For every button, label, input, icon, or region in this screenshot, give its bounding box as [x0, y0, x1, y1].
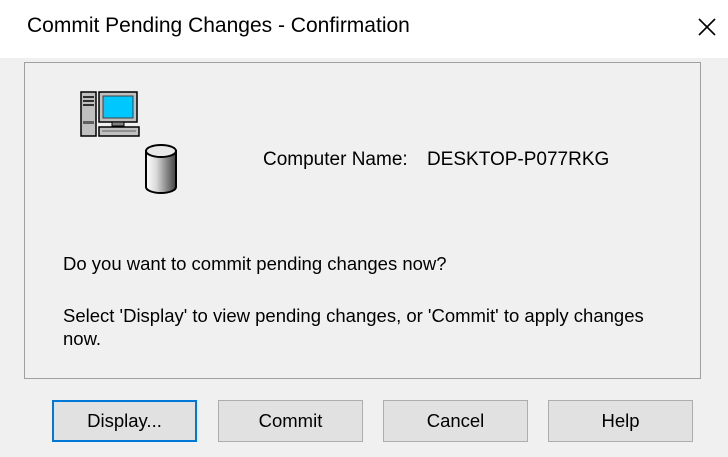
computer-name-value: DESKTOP-P077RKG	[426, 149, 610, 170]
computer-name-row: Computer Name: DESKTOP-P077RKG	[263, 149, 609, 171]
hint-text: Select 'Display' to view pending changes…	[63, 305, 644, 349]
computer-name-label: Computer Name:	[263, 149, 408, 170]
info-panel: Computer Name: DESKTOP-P077RKG Do you wa…	[24, 62, 701, 379]
close-icon[interactable]	[692, 12, 722, 42]
title-bar: Commit Pending Changes - Confirmation	[0, 0, 728, 58]
window-title: Commit Pending Changes - Confirmation	[27, 14, 410, 37]
help-button[interactable]: Help	[548, 400, 693, 442]
dialog-client-area: Computer Name: DESKTOP-P077RKG Do you wa…	[0, 58, 728, 457]
commit-button[interactable]: Commit	[218, 400, 363, 442]
display-button[interactable]: Display...	[52, 400, 197, 442]
database-icon	[145, 144, 177, 194]
computer-icon	[80, 91, 140, 137]
question-text: Do you want to commit pending changes no…	[63, 253, 447, 274]
cancel-button[interactable]: Cancel	[383, 400, 528, 442]
